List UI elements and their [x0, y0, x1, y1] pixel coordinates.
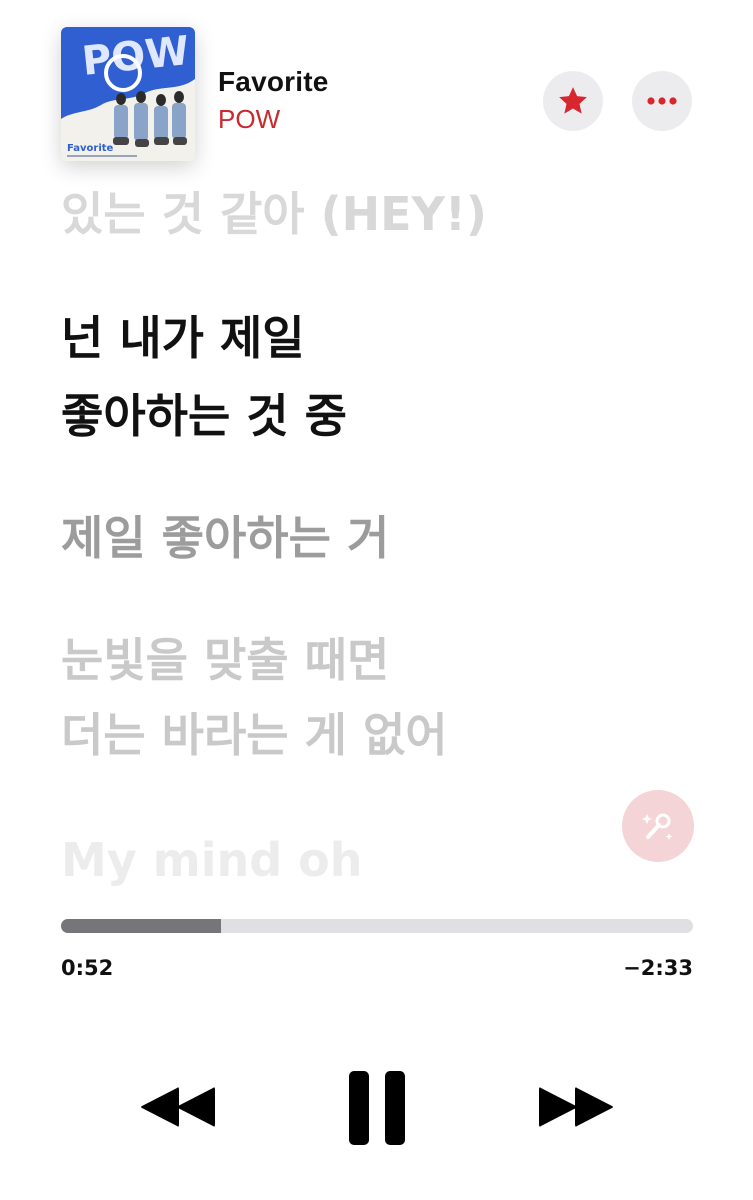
fast-forward-icon [539, 1087, 613, 1127]
artwork-cover-title: Favorite [67, 143, 114, 154]
favorite-button[interactable] [543, 71, 603, 131]
pause-button[interactable] [347, 1069, 407, 1147]
star-icon [559, 87, 587, 114]
playback-progress-slider[interactable] [61, 919, 693, 933]
rewind-button[interactable] [138, 1084, 216, 1130]
lyric-line-next[interactable]: 제일 좋아하는 거 [61, 508, 389, 568]
sing-button[interactable] [622, 790, 694, 862]
rewind-icon [141, 1087, 215, 1127]
playback-progress-fill [61, 919, 221, 933]
fast-forward-button[interactable] [538, 1084, 616, 1130]
artwork-graphic: POW Favorite [61, 27, 195, 161]
track-artist[interactable]: POW [218, 104, 280, 135]
remaining-time: −2:33 [623, 956, 693, 980]
more-options-button[interactable] [632, 71, 692, 131]
microphone-sparkle-icon [642, 813, 673, 840]
lyric-line-upcoming[interactable]: 눈빛을 맞출 때면 [61, 630, 389, 690]
album-artwork[interactable]: POW Favorite [61, 27, 195, 161]
lyric-line-upcoming[interactable]: My mind oh [61, 830, 363, 890]
pause-icon [349, 1071, 405, 1145]
elapsed-time: 0:52 [61, 956, 114, 980]
track-title: Favorite [218, 66, 329, 97]
lyric-line-current[interactable]: 좋아하는 것 중 [61, 386, 347, 446]
lyric-line-upcoming[interactable]: 더는 바라는 게 없어 [61, 705, 448, 765]
lyric-line-past[interactable]: 있는 것 같아 (HEY!) [61, 184, 487, 244]
ellipsis-icon [647, 97, 677, 105]
lyric-line-current[interactable]: 넌 내가 제일 [61, 308, 305, 368]
now-playing-header: POW Favorite Favorite POW [0, 0, 753, 180]
